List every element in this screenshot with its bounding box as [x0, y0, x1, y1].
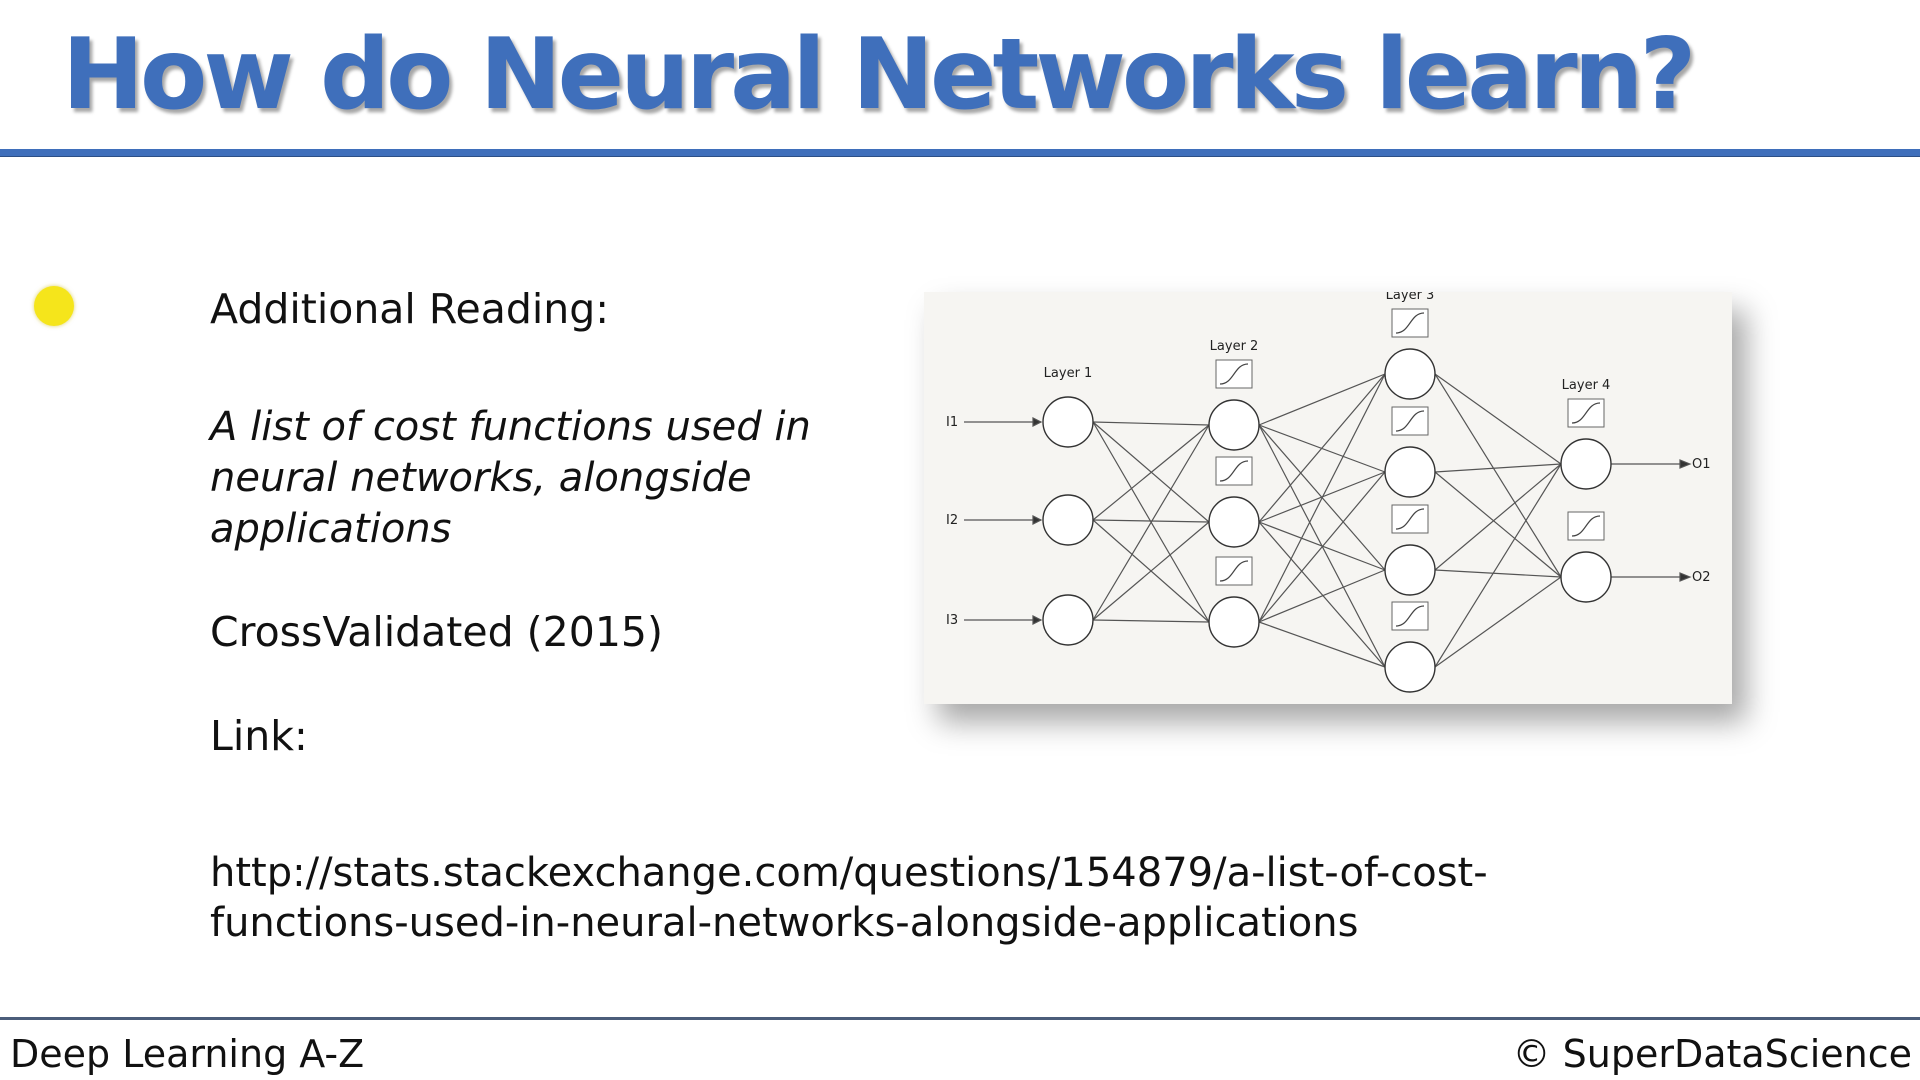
- edge-l3-1-1: [1434, 373, 1562, 465]
- input-label-3: I3: [946, 613, 958, 628]
- neuron-l1-3: [1042, 594, 1094, 646]
- input-arrowhead-1: [1032, 417, 1043, 427]
- input-arrowhead-3: [1032, 615, 1043, 625]
- edge-l3-4-1: [1434, 463, 1562, 668]
- edge-l2-2-4: [1258, 521, 1386, 668]
- edge-l1-2-1: [1092, 424, 1210, 521]
- edge-l3-3-2: [1434, 569, 1562, 578]
- layer-label-3: Layer 3: [1386, 292, 1435, 303]
- article-link[interactable]: http://stats.stackexchange.com/questions…: [210, 848, 1610, 948]
- neuron-l2-1: [1208, 399, 1260, 451]
- edge-l1-1-1: [1092, 421, 1210, 426]
- edge-l2-1-1: [1258, 373, 1386, 426]
- output-arrowhead-1: [1679, 459, 1692, 469]
- edge-l3-1-2: [1434, 373, 1562, 578]
- copyright-notice: © SuperDataScience: [1512, 1032, 1912, 1076]
- layer-label-4: Layer 4: [1562, 378, 1611, 393]
- input-arrowhead-2: [1032, 515, 1043, 525]
- edge-l1-3-2: [1092, 521, 1210, 621]
- output-label-2: O2: [1692, 570, 1711, 585]
- layer-label-1: Layer 1: [1044, 366, 1093, 381]
- edge-l3-2-1: [1434, 463, 1562, 473]
- neuron-l2-3: [1208, 596, 1260, 648]
- output-label-1: O1: [1692, 457, 1711, 472]
- title-divider: [0, 149, 1920, 157]
- footer-divider: [0, 1017, 1920, 1020]
- neuron-l3-3: [1384, 544, 1436, 596]
- layer-label-2: Layer 2: [1210, 339, 1259, 354]
- neuron-l3-4: [1384, 641, 1436, 693]
- edge-l2-3-1: [1258, 373, 1386, 623]
- output-arrowhead-2: [1679, 572, 1692, 582]
- edge-l3-4-2: [1434, 576, 1562, 668]
- edge-l2-2-3: [1258, 521, 1386, 571]
- neuron-l4-2: [1560, 551, 1612, 603]
- edge-l3-2-2: [1434, 471, 1562, 578]
- neuron-l3-1: [1384, 348, 1436, 400]
- edge-l1-3-1: [1092, 424, 1210, 621]
- edge-l2-2-1: [1258, 373, 1386, 523]
- article-title: A list of cost functions used in neural …: [210, 404, 811, 552]
- pointer-highlight: [34, 286, 74, 326]
- neuron-l1-2: [1042, 494, 1094, 546]
- neuron-l4-1: [1560, 438, 1612, 490]
- neuron-l2-2: [1208, 496, 1260, 548]
- edge-l2-3-2: [1258, 471, 1386, 623]
- neural-network-diagram: I1 I2 I3 O1 O2 Layer 1 Layer 2 Layer 3 Layer 4: [924, 292, 1732, 704]
- slide-title: How do Neural Networks learn?: [62, 18, 1696, 132]
- input-label-2: I2: [946, 513, 958, 528]
- link-label: Link:: [210, 712, 308, 760]
- neuron-l1-1: [1042, 396, 1094, 448]
- article-source: CrossValidated (2015): [210, 608, 664, 656]
- neuron-l3-2: [1384, 446, 1436, 498]
- reading-heading: Additional Reading:: [210, 285, 610, 333]
- neural-network-svg: I1 I2 I3 O1 O2 Layer 1 Layer 2 Layer 3 Layer 4: [946, 292, 1711, 693]
- edge-l3-3-1: [1434, 463, 1562, 571]
- edge-l2-3-3: [1258, 569, 1386, 623]
- course-name: Deep Learning A-Z: [10, 1032, 365, 1076]
- input-label-1: I1: [946, 415, 958, 430]
- edge-l1-3-3: [1092, 619, 1210, 623]
